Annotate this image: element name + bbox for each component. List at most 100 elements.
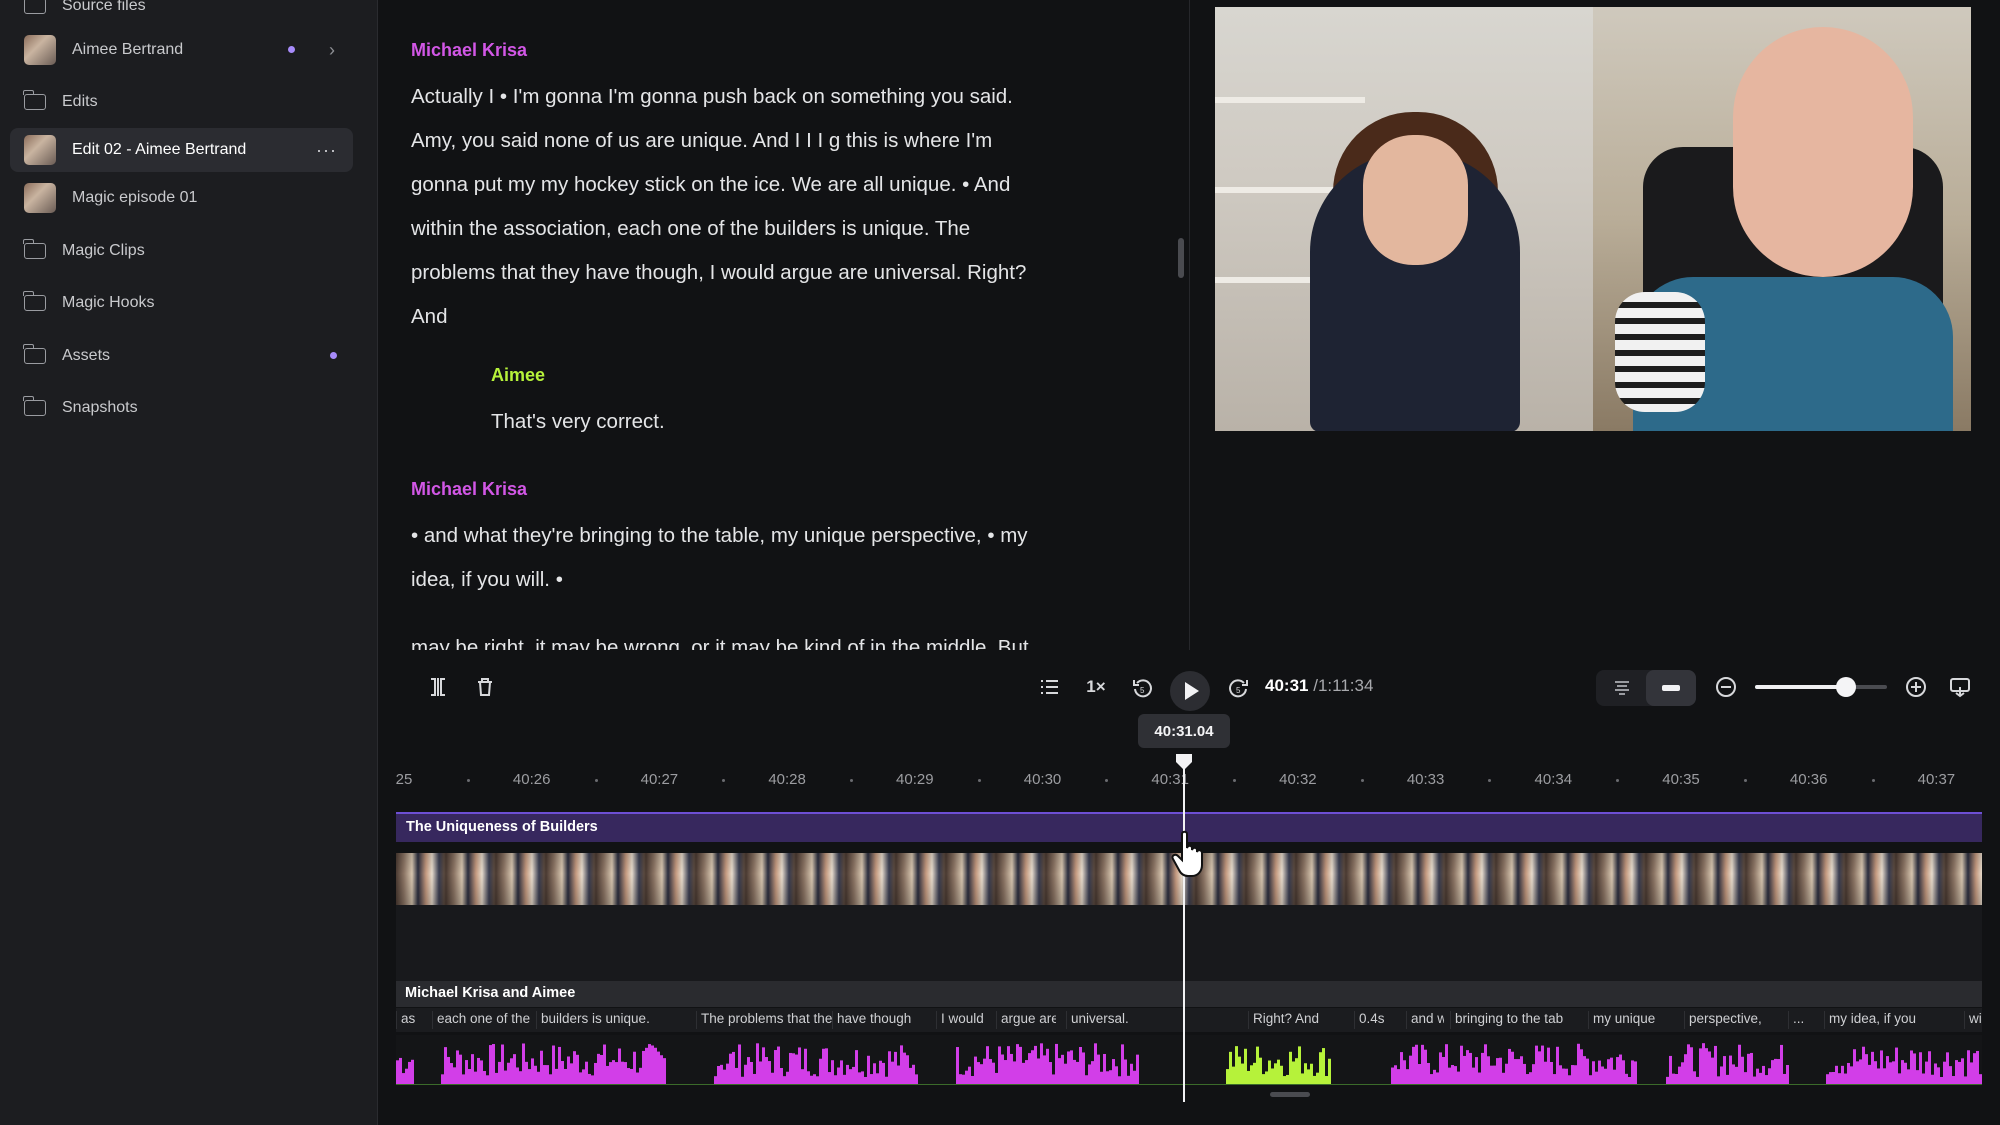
zoom-slider[interactable]	[1755, 677, 1887, 697]
sidebar-item-aimee-bertrand[interactable]: Aimee Bertrand ›	[10, 28, 353, 72]
audio-waveform[interactable]	[396, 1035, 1982, 1085]
waveform-bar	[561, 1060, 564, 1085]
sidebar-item-magic-clips[interactable]: Magic Clips	[10, 229, 353, 273]
word-chip[interactable]: my unique	[1588, 1011, 1674, 1029]
sidebar: Source files Aimee Bertrand › Edits Edit…	[0, 0, 378, 1125]
waveform-bar	[1859, 1059, 1862, 1085]
transcript-line[interactable]: gonna put my my hockey stick on the ice.…	[411, 173, 1010, 197]
audio-track-header[interactable]: Michael Krisa and Aimee	[396, 981, 1982, 1007]
transcript-line[interactable]: Actually I • I'm gonna I'm gonna push ba…	[411, 85, 1013, 109]
zoom-slider-handle[interactable]	[1836, 677, 1857, 697]
more-options-icon[interactable]: ···	[316, 140, 337, 161]
word-chip[interactable]: argue are	[996, 1011, 1056, 1029]
video-preview[interactable]	[1215, 7, 1971, 431]
layers-icon[interactable]	[1611, 678, 1633, 698]
sidebar-item-edits[interactable]: Edits	[10, 80, 353, 124]
transcript-scrollbar[interactable]	[1178, 238, 1184, 278]
view-mode-toggle	[1596, 670, 1696, 706]
zoom-out-icon[interactable]	[1714, 675, 1738, 699]
word-chip[interactable]: bringing to the tab	[1450, 1011, 1582, 1029]
sidebar-item-source-files[interactable]: Source files	[10, 0, 353, 28]
word-chip[interactable]: Right? And	[1248, 1011, 1332, 1029]
transcript-line[interactable]: problems that they have though, I would …	[411, 261, 1026, 285]
word-chip[interactable]: ...	[1788, 1011, 1814, 1029]
transcript-line[interactable]: idea, if you will. •	[411, 568, 563, 592]
forward-5-icon[interactable]: 5	[1225, 675, 1251, 701]
waveform-bar	[1699, 1048, 1702, 1085]
transcript-line[interactable]: And	[411, 305, 447, 329]
speaker-label[interactable]: Michael Krisa	[411, 40, 527, 61]
waveform-bar	[1460, 1045, 1463, 1085]
waveform-bar	[1619, 1054, 1622, 1085]
word-chip[interactable]: my idea, if you	[1824, 1011, 1946, 1029]
chevron-right-icon[interactable]: ›	[329, 40, 335, 61]
timeline-scrollbar[interactable]	[1270, 1092, 1310, 1097]
app-window: Source files Aimee Bertrand › Edits Edit…	[0, 0, 2000, 1125]
sidebar-item-assets[interactable]: Assets	[10, 334, 353, 378]
waveform-bar	[986, 1046, 989, 1085]
speaker-label[interactable]: Aimee	[491, 365, 545, 386]
waveform-bar	[1109, 1070, 1112, 1085]
word-chip[interactable]: builders is unique.	[536, 1011, 686, 1029]
waveform-bar	[819, 1058, 822, 1085]
ruler-dot	[1743, 779, 1747, 782]
zoom-in-icon[interactable]	[1904, 675, 1928, 699]
transcript-line[interactable]: Amy, you said none of us are unique. And…	[411, 129, 992, 153]
waveform-bar	[774, 1050, 777, 1085]
word-chip[interactable]: as	[396, 1011, 426, 1029]
trash-icon[interactable]	[472, 675, 498, 699]
word-chip[interactable]: 0.4s	[1354, 1011, 1396, 1029]
transcript-line[interactable]: • and what they're bringing to the table…	[411, 524, 1028, 548]
transcript-line[interactable]: That's very correct.	[491, 410, 665, 434]
speed-button[interactable]: 1×	[1082, 675, 1110, 699]
waveform-bar	[1901, 1060, 1904, 1085]
word-chip[interactable]: each one of the	[432, 1011, 530, 1029]
waveform-bar	[399, 1057, 402, 1085]
waveform-bar	[1910, 1050, 1913, 1085]
word-chip[interactable]: The problems that the	[696, 1011, 832, 1029]
sidebar-item-snapshots[interactable]: Snapshots	[10, 386, 353, 430]
waveform-bar	[1541, 1045, 1544, 1085]
rewind-5-icon[interactable]: 5	[1130, 675, 1156, 701]
waveform-bar	[507, 1062, 510, 1085]
word-chip[interactable]: perspective,	[1684, 1011, 1768, 1029]
word-chip[interactable]: universal.	[1066, 1011, 1140, 1029]
sidebar-item-edit-02[interactable]: Edit 02 - Aimee Bertrand ···	[10, 128, 353, 172]
panel-divider[interactable]	[1189, 0, 1190, 650]
empty-track[interactable]	[396, 905, 1982, 981]
word-chip[interactable]: will	[1964, 1011, 1982, 1029]
waveform-bar	[1735, 1066, 1738, 1085]
list-icon[interactable]	[1036, 675, 1062, 699]
waveform-bar	[1271, 1068, 1274, 1085]
waveform-bar	[1732, 1064, 1735, 1085]
transcript-line[interactable]: within the association, each one of the …	[411, 217, 970, 241]
waveform-bar	[1394, 1065, 1397, 1085]
waveform-bar	[450, 1063, 453, 1085]
waveform-bar	[645, 1047, 648, 1085]
word-chip[interactable]: and what	[1406, 1011, 1444, 1029]
transcript-line[interactable]: may be right, it may be wrong, or it may…	[411, 636, 1029, 650]
waveform-bar	[1538, 1051, 1541, 1085]
waveform-bar	[1067, 1051, 1070, 1085]
waveform-bar	[1019, 1046, 1022, 1085]
compact-view-button[interactable]	[1646, 670, 1696, 706]
sidebar-item-magic-hooks[interactable]: Magic Hooks	[10, 281, 353, 325]
waveform-bar	[1280, 1065, 1283, 1085]
waveform-bar	[1001, 1054, 1004, 1085]
waveform-bar	[1580, 1049, 1583, 1085]
playhead[interactable]	[1183, 760, 1185, 1102]
waveform-bar	[723, 1069, 726, 1085]
waveform-bar	[1082, 1052, 1085, 1085]
play-button[interactable]	[1170, 671, 1210, 711]
split-icon[interactable]	[425, 675, 451, 699]
sidebar-item-magic-episode-01[interactable]: Magic episode 01	[10, 176, 353, 220]
waveform-bar	[1556, 1046, 1559, 1085]
waveform-bar	[744, 1064, 747, 1085]
waveform-bar	[528, 1069, 531, 1085]
word-chip[interactable]: I would	[936, 1011, 990, 1029]
word-chip[interactable]: have though	[832, 1011, 926, 1029]
speaker-label[interactable]: Michael Krisa	[411, 479, 527, 500]
export-icon[interactable]	[1948, 675, 1972, 699]
waveform-bar	[1604, 1068, 1607, 1085]
sidebar-item-label: Edits	[62, 93, 98, 110]
